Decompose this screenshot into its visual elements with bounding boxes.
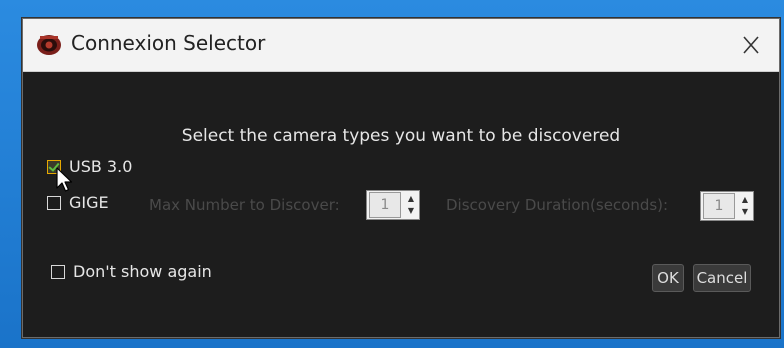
gige-checkbox[interactable] [47, 195, 61, 210]
camera-app-icon [37, 35, 61, 55]
usb-label: USB 3.0 [69, 157, 133, 176]
dont-show-again-checkbox[interactable] [51, 264, 65, 279]
cancel-button[interactable]: Cancel [693, 264, 751, 292]
title-bar[interactable]: Connexion Selector [23, 19, 779, 72]
spin-arrows-icon[interactable]: ▲ ▼ [737, 193, 753, 219]
max-discover-label: Max Number to Discover: [149, 196, 340, 214]
duration-value[interactable]: 1 [703, 193, 735, 219]
window-title: Connexion Selector [71, 31, 266, 55]
spin-down-icon[interactable]: ▼ [742, 207, 748, 217]
max-discover-spinbox[interactable]: 1 ▲ ▼ [366, 190, 420, 220]
gige-checkbox-row[interactable]: GIGE [47, 193, 109, 212]
dont-show-again-label: Don't show again [73, 262, 212, 281]
spin-down-icon[interactable]: ▼ [408, 206, 414, 216]
dialog-prompt: Select the camera types you want to be d… [181, 126, 621, 146]
close-icon [743, 36, 759, 54]
duration-label: Discovery Duration(seconds): [446, 196, 669, 214]
close-button[interactable] [731, 27, 771, 63]
spin-up-icon[interactable]: ▲ [408, 194, 414, 204]
max-discover-value[interactable]: 1 [369, 192, 401, 218]
gige-label: GIGE [69, 193, 109, 212]
ok-button[interactable]: OK [652, 264, 684, 292]
duration-spinbox[interactable]: 1 ▲ ▼ [700, 191, 754, 221]
dont-show-again-row[interactable]: Don't show again [51, 262, 212, 281]
spin-up-icon[interactable]: ▲ [742, 195, 748, 205]
connexion-selector-window: Connexion Selector Select the camera typ… [22, 18, 780, 338]
mouse-pointer-icon [56, 167, 73, 192]
spin-arrows-icon[interactable]: ▲ ▼ [403, 192, 419, 218]
